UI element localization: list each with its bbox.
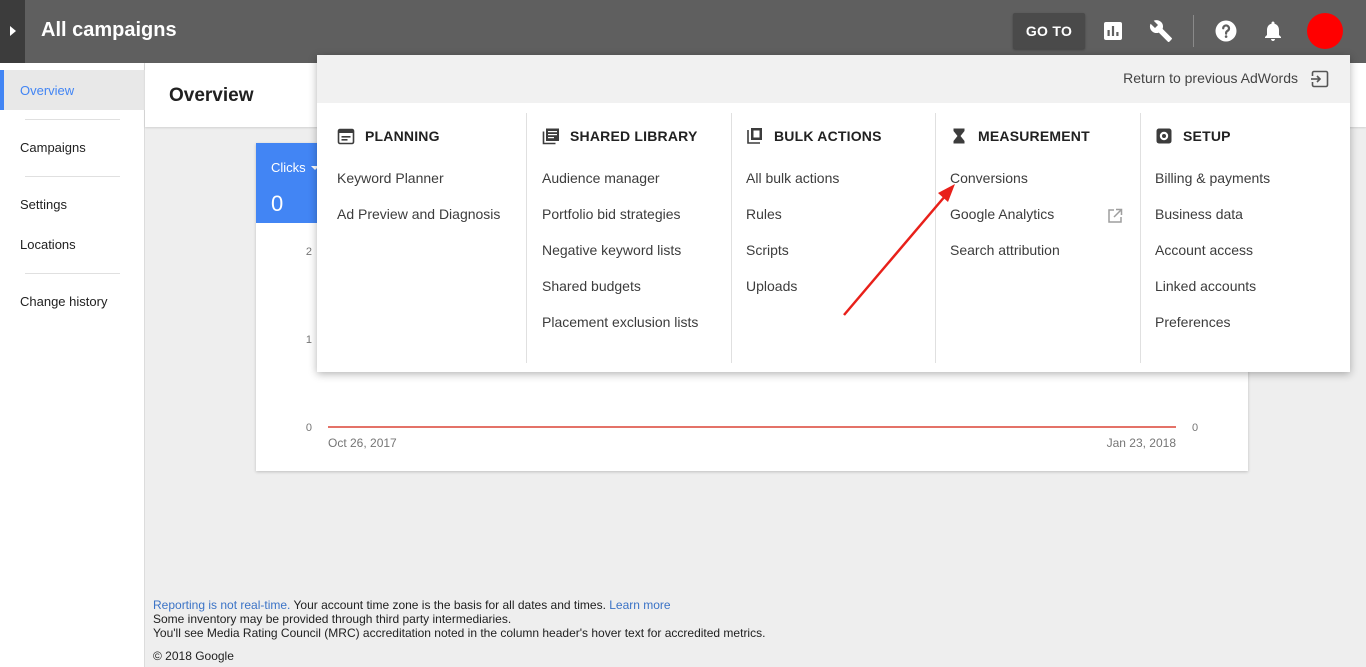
menu-item-linked-accounts[interactable]: Linked accounts [1155,278,1256,294]
metric-label: Clicks [271,160,306,175]
bulk-actions-heading-label: BULK ACTIONS [774,128,882,144]
menu-item-account-access[interactable]: Account access [1155,242,1253,258]
menu-item-portfolio-bid-strategies[interactable]: Portfolio bid strategies [542,206,681,222]
sidebar-item-overview[interactable]: Overview [0,70,145,110]
goto-button[interactable]: GO TO [1013,13,1085,49]
y-tick-label: 1 [306,334,312,346]
menu-item-business-data[interactable]: Business data [1155,206,1243,222]
measurement-column: MEASUREMENT Conversions Google Analytics… [930,113,1135,363]
timezone-note: Your account time zone is the basis for … [290,598,610,612]
setup-heading-label: SETUP [1183,128,1231,144]
metric-value: 0 [271,191,284,216]
menu-item-placement-exclusion-lists[interactable]: Placement exclusion lists [542,314,698,330]
learn-more-link[interactable]: Learn more [609,598,670,612]
reports-icon[interactable] [1101,19,1125,43]
menu-item-audience-manager[interactable]: Audience manager [542,170,660,186]
settings-icon [1156,128,1172,144]
footer-line-3: You'll see Media Rating Council (MRC) ac… [153,626,766,640]
footer-notes: Reporting is not real-time. Your account… [153,598,765,640]
top-bar: All campaigns GO TO [0,0,1366,63]
copyright: © 2018 Google [153,649,234,663]
menu-item-google-analytics[interactable]: Google Analytics [950,206,1054,222]
y-tick-label: 0 [306,422,312,434]
footer-line-1: Reporting is not real-time. Your account… [153,598,765,612]
sidebar-item-change-history[interactable]: Change history [0,281,145,321]
return-previous-adwords-link[interactable]: Return to previous AdWords [1123,70,1298,86]
sidebar-divider [25,119,120,120]
menu-item-ad-preview[interactable]: Ad Preview and Diagnosis [337,206,500,222]
account-avatar[interactable] [1307,13,1343,49]
menu-item-all-bulk-actions[interactable]: All bulk actions [746,170,839,186]
expand-arrow-icon [10,26,16,36]
menu-item-preferences[interactable]: Preferences [1155,314,1230,330]
shared-library-heading: SHARED LIBRARY [542,127,698,145]
library-icon [542,128,559,145]
sidebar-divider [25,176,120,177]
setup-column: SETUP Billing & payments Business data A… [1135,113,1350,363]
tools-dropdown-panel: Return to previous AdWords PLANNING Keyw… [317,55,1350,372]
shared-library-heading-label: SHARED LIBRARY [570,128,698,144]
footer-line-2: Some inventory may be provided through t… [153,612,512,626]
menu-item-uploads[interactable]: Uploads [746,278,797,294]
menu-item-scripts[interactable]: Scripts [746,242,789,258]
menu-item-keyword-planner[interactable]: Keyword Planner [337,170,444,186]
help-icon[interactable] [1214,19,1238,43]
x-tick-label: Jan 23, 2018 [1107,436,1177,450]
shared-library-column: SHARED LIBRARY Audience manager Portfoli… [522,113,727,363]
menu-item-shared-budgets[interactable]: Shared budgets [542,278,641,294]
notifications-icon[interactable] [1261,19,1285,43]
menu-item-search-attribution[interactable]: Search attribution [950,242,1060,258]
sidebar-divider [25,273,120,274]
reporting-not-realtime-link[interactable]: Reporting is not real-time. [153,598,290,612]
metric-selector-clicks[interactable]: Clicks 0 [256,143,322,223]
open-in-new-icon[interactable] [1107,208,1123,224]
sidebar-item-locations[interactable]: Locations [0,224,145,264]
x-tick-label: Oct 26, 2017 [328,436,397,450]
sidebar-nav: Overview Campaigns Settings Locations Ch… [0,63,145,667]
sidebar-item-settings[interactable]: Settings [0,184,145,224]
sidebar-item-campaigns[interactable]: Campaigns [0,127,145,167]
tools-icon[interactable] [1149,19,1173,43]
sidebar-toggle-button[interactable] [0,0,25,63]
menu-item-billing-payments[interactable]: Billing & payments [1155,170,1270,186]
menu-item-conversions[interactable]: Conversions [950,170,1028,186]
setup-heading: SETUP [1155,127,1231,145]
menu-item-rules[interactable]: Rules [746,206,782,222]
y-right-tick-label: 0 [1192,422,1198,434]
toolbar-divider [1193,15,1194,47]
calendar-icon [337,128,355,145]
exit-to-app-icon[interactable] [1310,69,1330,89]
bulk-actions-heading: BULK ACTIONS [746,127,882,145]
measurement-heading-label: MEASUREMENT [978,128,1090,144]
planning-column: PLANNING Keyword Planner Ad Preview and … [317,113,526,363]
panel-top-bar: Return to previous AdWords [317,55,1350,103]
planning-heading-label: PLANNING [365,128,440,144]
planning-heading: PLANNING [337,127,440,145]
measurement-heading: MEASUREMENT [950,127,1090,145]
bulk-actions-column: BULK ACTIONS All bulk actions Rules Scri… [726,113,931,363]
copy-icon [747,128,762,144]
page-scope-title: All campaigns [41,19,177,41]
page-title: Overview [169,85,254,106]
y-tick-label: 2 [306,246,312,258]
hourglass-icon [953,128,965,144]
menu-item-negative-keyword-lists[interactable]: Negative keyword lists [542,242,681,258]
